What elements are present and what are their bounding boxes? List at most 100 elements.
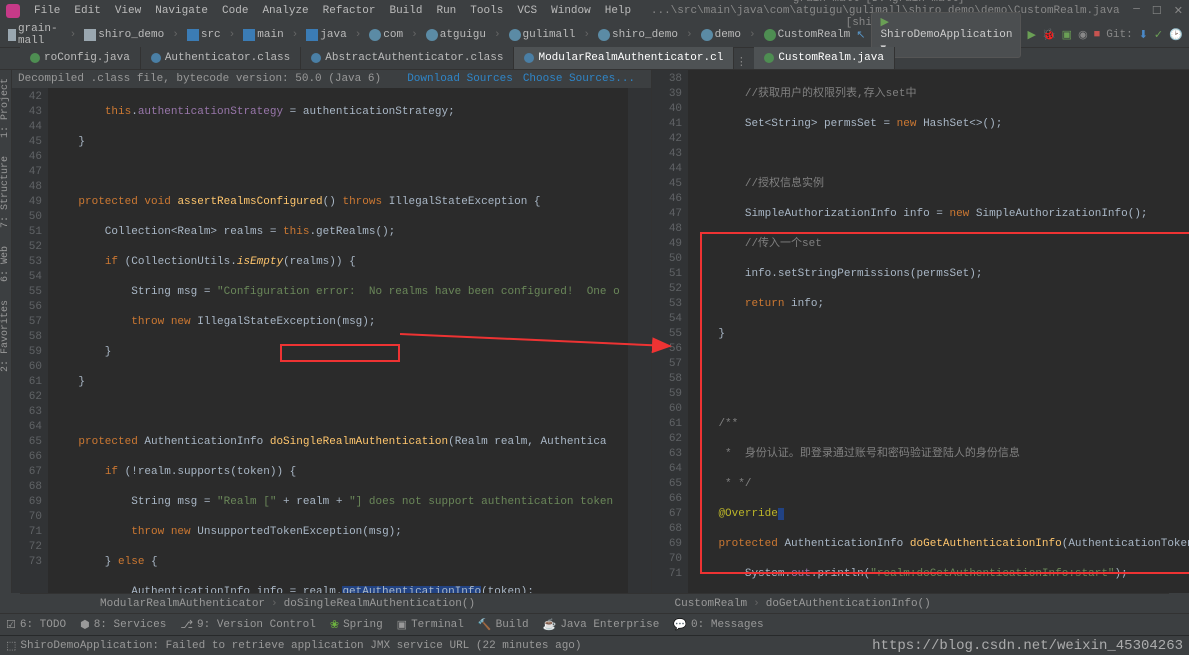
menu-refactor[interactable]: Refactor — [317, 3, 382, 19]
breadcrumb-root[interactable]: grain-mall — [4, 23, 66, 47]
tool-terminal[interactable]: ▣Terminal — [397, 618, 464, 632]
terminal-icon: ▣ — [397, 618, 407, 632]
menu-window[interactable]: Window — [545, 3, 597, 19]
class-icon — [764, 53, 774, 63]
status-icon: ⬚ — [6, 639, 16, 653]
code-area-left[interactable]: 42434445 46474849 50515253 54555657 5859… — [12, 88, 651, 593]
main-area: 1: Project 7: Structure 6: Web 2: Favori… — [0, 70, 1189, 593]
coverage-icon[interactable]: ▣ — [1062, 28, 1072, 42]
tool-structure[interactable]: 7: Structure — [0, 152, 11, 232]
tool-web[interactable]: 6: Web — [0, 242, 11, 286]
breadcrumb-pkg[interactable]: com — [365, 29, 407, 41]
menu-build[interactable]: Build — [383, 3, 428, 19]
folder-icon — [187, 29, 199, 41]
tab-customrealm[interactable]: CustomRealm.java — [754, 47, 895, 69]
class-icon — [30, 53, 40, 63]
editor-pane-left: Decompiled .class file, bytecode version… — [12, 70, 652, 593]
watermark: https://blog.csdn.net/weixin_45304263 — [872, 638, 1183, 654]
tab-modularrealm[interactable]: ModularRealmAuthenticator.cl — [514, 47, 734, 69]
ide-logo-icon — [6, 4, 20, 18]
package-icon — [701, 29, 713, 41]
tool-project[interactable]: 1: Project — [0, 74, 11, 142]
package-icon — [509, 29, 521, 41]
menu-run[interactable]: Run — [430, 3, 462, 19]
editor-breadcrumb-right: CustomRealm›doGetAuthenticationInfo() — [595, 593, 1170, 613]
tool-services[interactable]: ⬢8: Services — [80, 618, 166, 632]
bottom-tool-bar: ☑6: TODO ⬢8: Services ⎇9: Version Contro… — [0, 613, 1189, 635]
status-bar: ⬚ ShiroDemoApplication: Failed to retrie… — [0, 635, 1189, 655]
folder-icon — [243, 29, 255, 41]
vcs-history-icon[interactable]: 🕑 — [1169, 28, 1183, 42]
menu-navigate[interactable]: Navigate — [149, 3, 214, 19]
split-editor: Decompiled .class file, bytecode version… — [12, 70, 1189, 593]
editor-pane-right: 38394041 42434445 46474849 50515253 5455… — [652, 70, 1189, 593]
folder-icon — [84, 29, 96, 41]
vcs-icon: ⎇ — [180, 618, 193, 632]
stop-icon[interactable]: ■ — [1094, 29, 1101, 41]
tool-version-control[interactable]: ⎇9: Version Control — [180, 618, 316, 632]
main-menu: File Edit View Navigate Code Analyze Ref… — [28, 3, 637, 19]
class-icon — [524, 53, 534, 63]
build-icon: 🔨 — [478, 618, 492, 632]
breadcrumb-pkg[interactable]: demo — [697, 29, 745, 41]
messages-icon: 💬 — [673, 618, 687, 632]
profile-icon[interactable]: ◉ — [1078, 28, 1088, 42]
source-right[interactable]: //获取用户的权限列表,存入set中 Set<String> permsSet … — [688, 70, 1189, 593]
package-icon — [369, 29, 381, 41]
decompiled-banner: Decompiled .class file, bytecode version… — [12, 70, 651, 88]
menu-tools[interactable]: Tools — [464, 3, 509, 19]
breadcrumb-pkg[interactable]: shiro_demo — [594, 29, 682, 41]
tab-dropdown-icon[interactable]: ⋮ — [734, 55, 748, 69]
menu-file[interactable]: File — [28, 3, 66, 19]
breadcrumb-class[interactable]: CustomRealm — [675, 598, 748, 610]
services-icon: ⬢ — [80, 618, 90, 632]
tool-messages[interactable]: 💬0: Messages — [673, 618, 763, 632]
folder-icon — [306, 29, 318, 41]
editor-breadcrumb-left: ModularRealmAuthenticator›doSingleRealmA… — [20, 593, 595, 613]
back-icon[interactable]: ↖ — [856, 28, 865, 42]
spring-icon: ❀ — [330, 618, 339, 632]
menu-code[interactable]: Code — [216, 3, 254, 19]
breadcrumb-pkg[interactable]: atguigu — [422, 29, 490, 41]
debug-icon[interactable]: 🐞 — [1042, 28, 1056, 42]
breadcrumb-class[interactable]: CustomRealm — [760, 29, 855, 41]
tool-build[interactable]: 🔨Build — [478, 618, 529, 632]
class-icon — [151, 53, 161, 63]
menu-analyze[interactable]: Analyze — [256, 3, 314, 19]
breadcrumb-main[interactable]: main — [239, 29, 287, 41]
left-tool-sidebar: 1: Project 7: Structure 6: Web 2: Favori… — [0, 70, 12, 593]
minimap-left[interactable] — [627, 88, 651, 593]
tab-authenticator[interactable]: Authenticator.class — [141, 47, 301, 69]
breadcrumb-module[interactable]: shiro_demo — [80, 29, 168, 41]
git-label: Git: — [1106, 29, 1132, 41]
tool-java-enterprise[interactable]: ☕Java Enterprise — [543, 618, 660, 632]
menu-edit[interactable]: Edit — [68, 3, 106, 19]
breadcrumb-method[interactable]: doGetAuthenticationInfo() — [766, 598, 931, 610]
tool-spring[interactable]: ❀Spring — [330, 618, 383, 632]
folder-icon — [8, 29, 16, 41]
tool-favorites[interactable]: 2: Favorites — [0, 296, 11, 376]
breadcrumb-java[interactable]: java — [302, 29, 350, 41]
vcs-commit-icon[interactable]: ✓ — [1154, 28, 1163, 42]
menu-vcs[interactable]: VCS — [511, 3, 543, 19]
choose-sources-link[interactable]: Choose Sources... — [523, 73, 635, 85]
code-area-right[interactable]: 38394041 42434445 46474849 50515253 5455… — [652, 70, 1189, 593]
menu-help[interactable]: Help — [599, 3, 637, 19]
navigation-bar: grain-mall› shiro_demo› src› main› java›… — [0, 22, 1189, 48]
download-sources-link[interactable]: Download Sources — [407, 73, 513, 85]
tab-abstractauth[interactable]: AbstractAuthenticator.class — [301, 47, 514, 69]
breadcrumb-src[interactable]: src — [183, 29, 225, 41]
run-icon[interactable]: ▶ — [1027, 28, 1035, 42]
breadcrumb-pkg[interactable]: gulimall — [505, 29, 580, 41]
tab-roconfig[interactable]: roConfig.java — [20, 47, 141, 69]
status-message: ShiroDemoApplication: Failed to retrieve… — [20, 640, 581, 652]
tool-todo[interactable]: ☑6: TODO — [6, 618, 66, 632]
gutter-right: 38394041 42434445 46474849 50515253 5455… — [652, 70, 688, 593]
class-icon — [311, 53, 321, 63]
source-left[interactable]: this.authenticationStrategy = authentica… — [48, 88, 627, 593]
breadcrumb-method[interactable]: doSingleRealmAuthentication() — [284, 598, 475, 610]
breadcrumb-class[interactable]: ModularRealmAuthenticator — [100, 598, 265, 610]
vcs-update-icon[interactable]: ⬇ — [1139, 28, 1148, 42]
gutter-left: 42434445 46474849 50515253 54555657 5859… — [12, 88, 48, 593]
menu-view[interactable]: View — [109, 3, 147, 19]
